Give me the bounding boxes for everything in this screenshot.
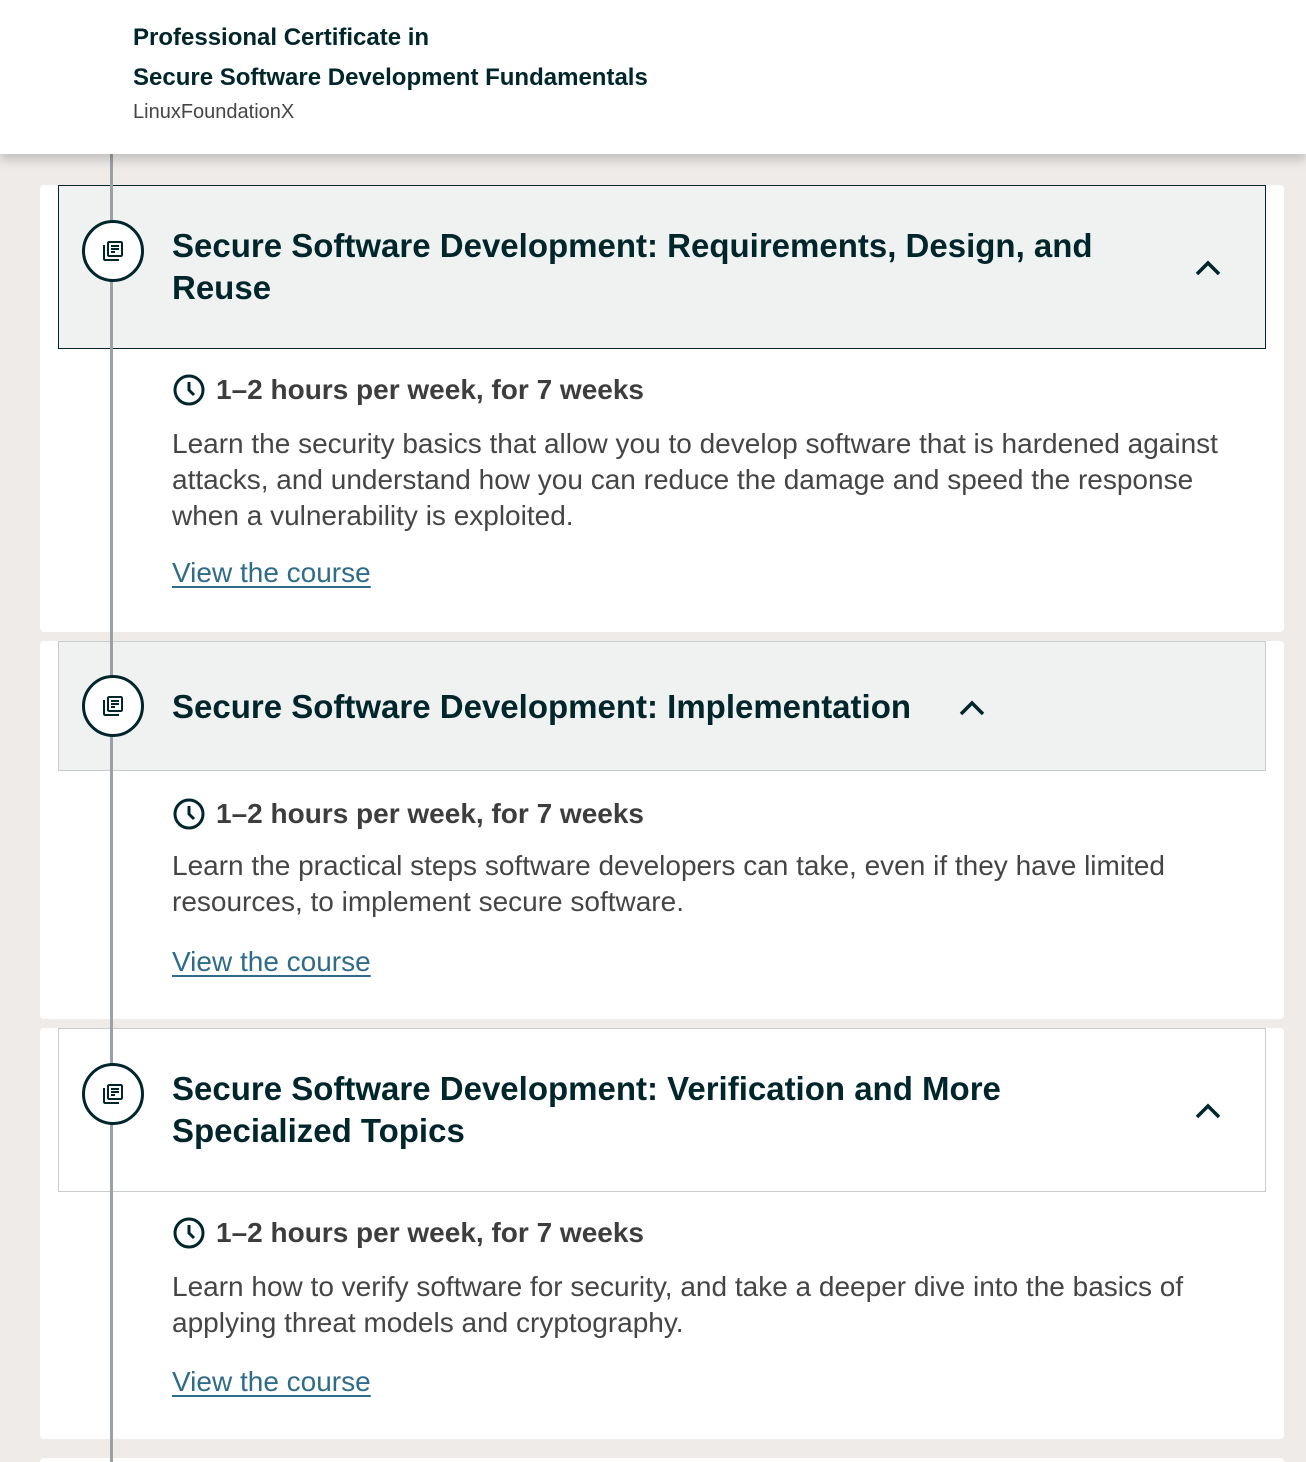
course-book-icon (82, 220, 144, 282)
course-card: Secure Software Development: Implementat… (40, 641, 1284, 1019)
clock-icon (173, 798, 205, 830)
course-card: Secure Software Development: Requirement… (40, 185, 1284, 632)
course-effort-text: 1–2 hours per week, for 7 weeks (216, 374, 644, 405)
course-effort-text: 1–2 hours per week, for 7 weeks (216, 1217, 644, 1248)
course-description: Learn the security basics that allow you… (172, 428, 1218, 531)
program-header: Professional Certificate in Secure Softw… (0, 0, 1306, 154)
course-header-toggle[interactable]: Secure Software Development: Implementat… (58, 641, 1266, 771)
course-card: Secure Software Development: Verificatio… (40, 1028, 1284, 1439)
course-book-icon (82, 1063, 144, 1125)
course-description: Learn the practical steps software devel… (172, 850, 1165, 917)
program-title-line1: Professional Certificate in (133, 24, 430, 51)
course-description: Learn how to verify software for securit… (172, 1271, 1184, 1338)
course-title: Secure Software Development: Verificatio… (172, 1070, 1001, 1149)
course-title: Secure Software Development: Requirement… (172, 227, 1093, 306)
course-effort: 1–2 hours per week, for 7 weeks (172, 373, 644, 407)
program-page: Professional Certificate in Secure Softw… (0, 0, 1306, 1462)
chevron-up-icon[interactable] (1193, 1099, 1223, 1121)
chevron-up-icon[interactable] (957, 696, 987, 718)
course-book-icon (82, 675, 144, 737)
view-course-link[interactable]: View the course (172, 557, 371, 589)
course-header-toggle[interactable]: Secure Software Development: Verificatio… (58, 1028, 1266, 1192)
course-effort: 1–2 hours per week, for 7 weeks (172, 797, 644, 831)
course-effort: 1–2 hours per week, for 7 weeks (172, 1216, 644, 1250)
clock-icon (173, 1217, 205, 1249)
chevron-up-icon[interactable] (1193, 256, 1223, 278)
course-header-toggle[interactable]: Secure Software Development: Requirement… (58, 185, 1266, 349)
course-card-partial (40, 1458, 1284, 1462)
program-title-line2: Secure Software Development Fundamentals (133, 64, 648, 91)
timeline-line (110, 154, 113, 1462)
course-title: Secure Software Development: Implementat… (172, 688, 912, 725)
view-course-link[interactable]: View the course (172, 946, 371, 978)
program-org: LinuxFoundationX (133, 101, 295, 123)
view-course-link[interactable]: View the course (172, 1366, 371, 1398)
clock-icon (173, 374, 205, 406)
course-effort-text: 1–2 hours per week, for 7 weeks (216, 798, 644, 829)
